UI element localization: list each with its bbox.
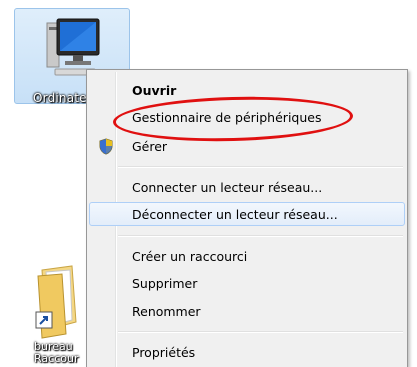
menu-item-properties[interactable]: Propriétés — [89, 340, 405, 364]
menu-separator — [118, 166, 403, 168]
uac-shield-icon — [99, 138, 113, 155]
menu-separator — [118, 331, 403, 333]
shortcut-label: bureau Raccour — [34, 341, 78, 365]
menu-separator — [118, 235, 403, 237]
menu-item-disconnect-network-drive[interactable]: Déconnecter un lecteur réseau... — [89, 202, 405, 226]
menu-item-delete[interactable]: Supprimer — [89, 271, 405, 295]
menu-item-rename[interactable]: Renommer — [89, 299, 405, 323]
menu-item-label: Créer un raccourci — [132, 248, 248, 264]
menu-item-label: Propriétés — [132, 344, 196, 360]
menu-item-label: Renommer — [132, 303, 201, 319]
menu-item-label: Ouvrir — [132, 82, 177, 98]
menu-item-label: Gérer — [132, 138, 168, 154]
menu-item-label: Supprimer — [132, 275, 198, 291]
menu-item-label: Déconnecter un lecteur réseau... — [132, 206, 338, 222]
menu-item-label: Connecter un lecteur réseau... — [132, 179, 323, 195]
menu-item-create-shortcut[interactable]: Créer un raccourci — [89, 244, 405, 268]
shortcut-label-line2: Raccour — [34, 352, 79, 365]
computer-label: Ordinate — [33, 91, 87, 105]
folder-shortcut-icon — [35, 265, 77, 339]
menu-item-map-network-drive[interactable]: Connecter un lecteur réseau... — [89, 175, 405, 199]
